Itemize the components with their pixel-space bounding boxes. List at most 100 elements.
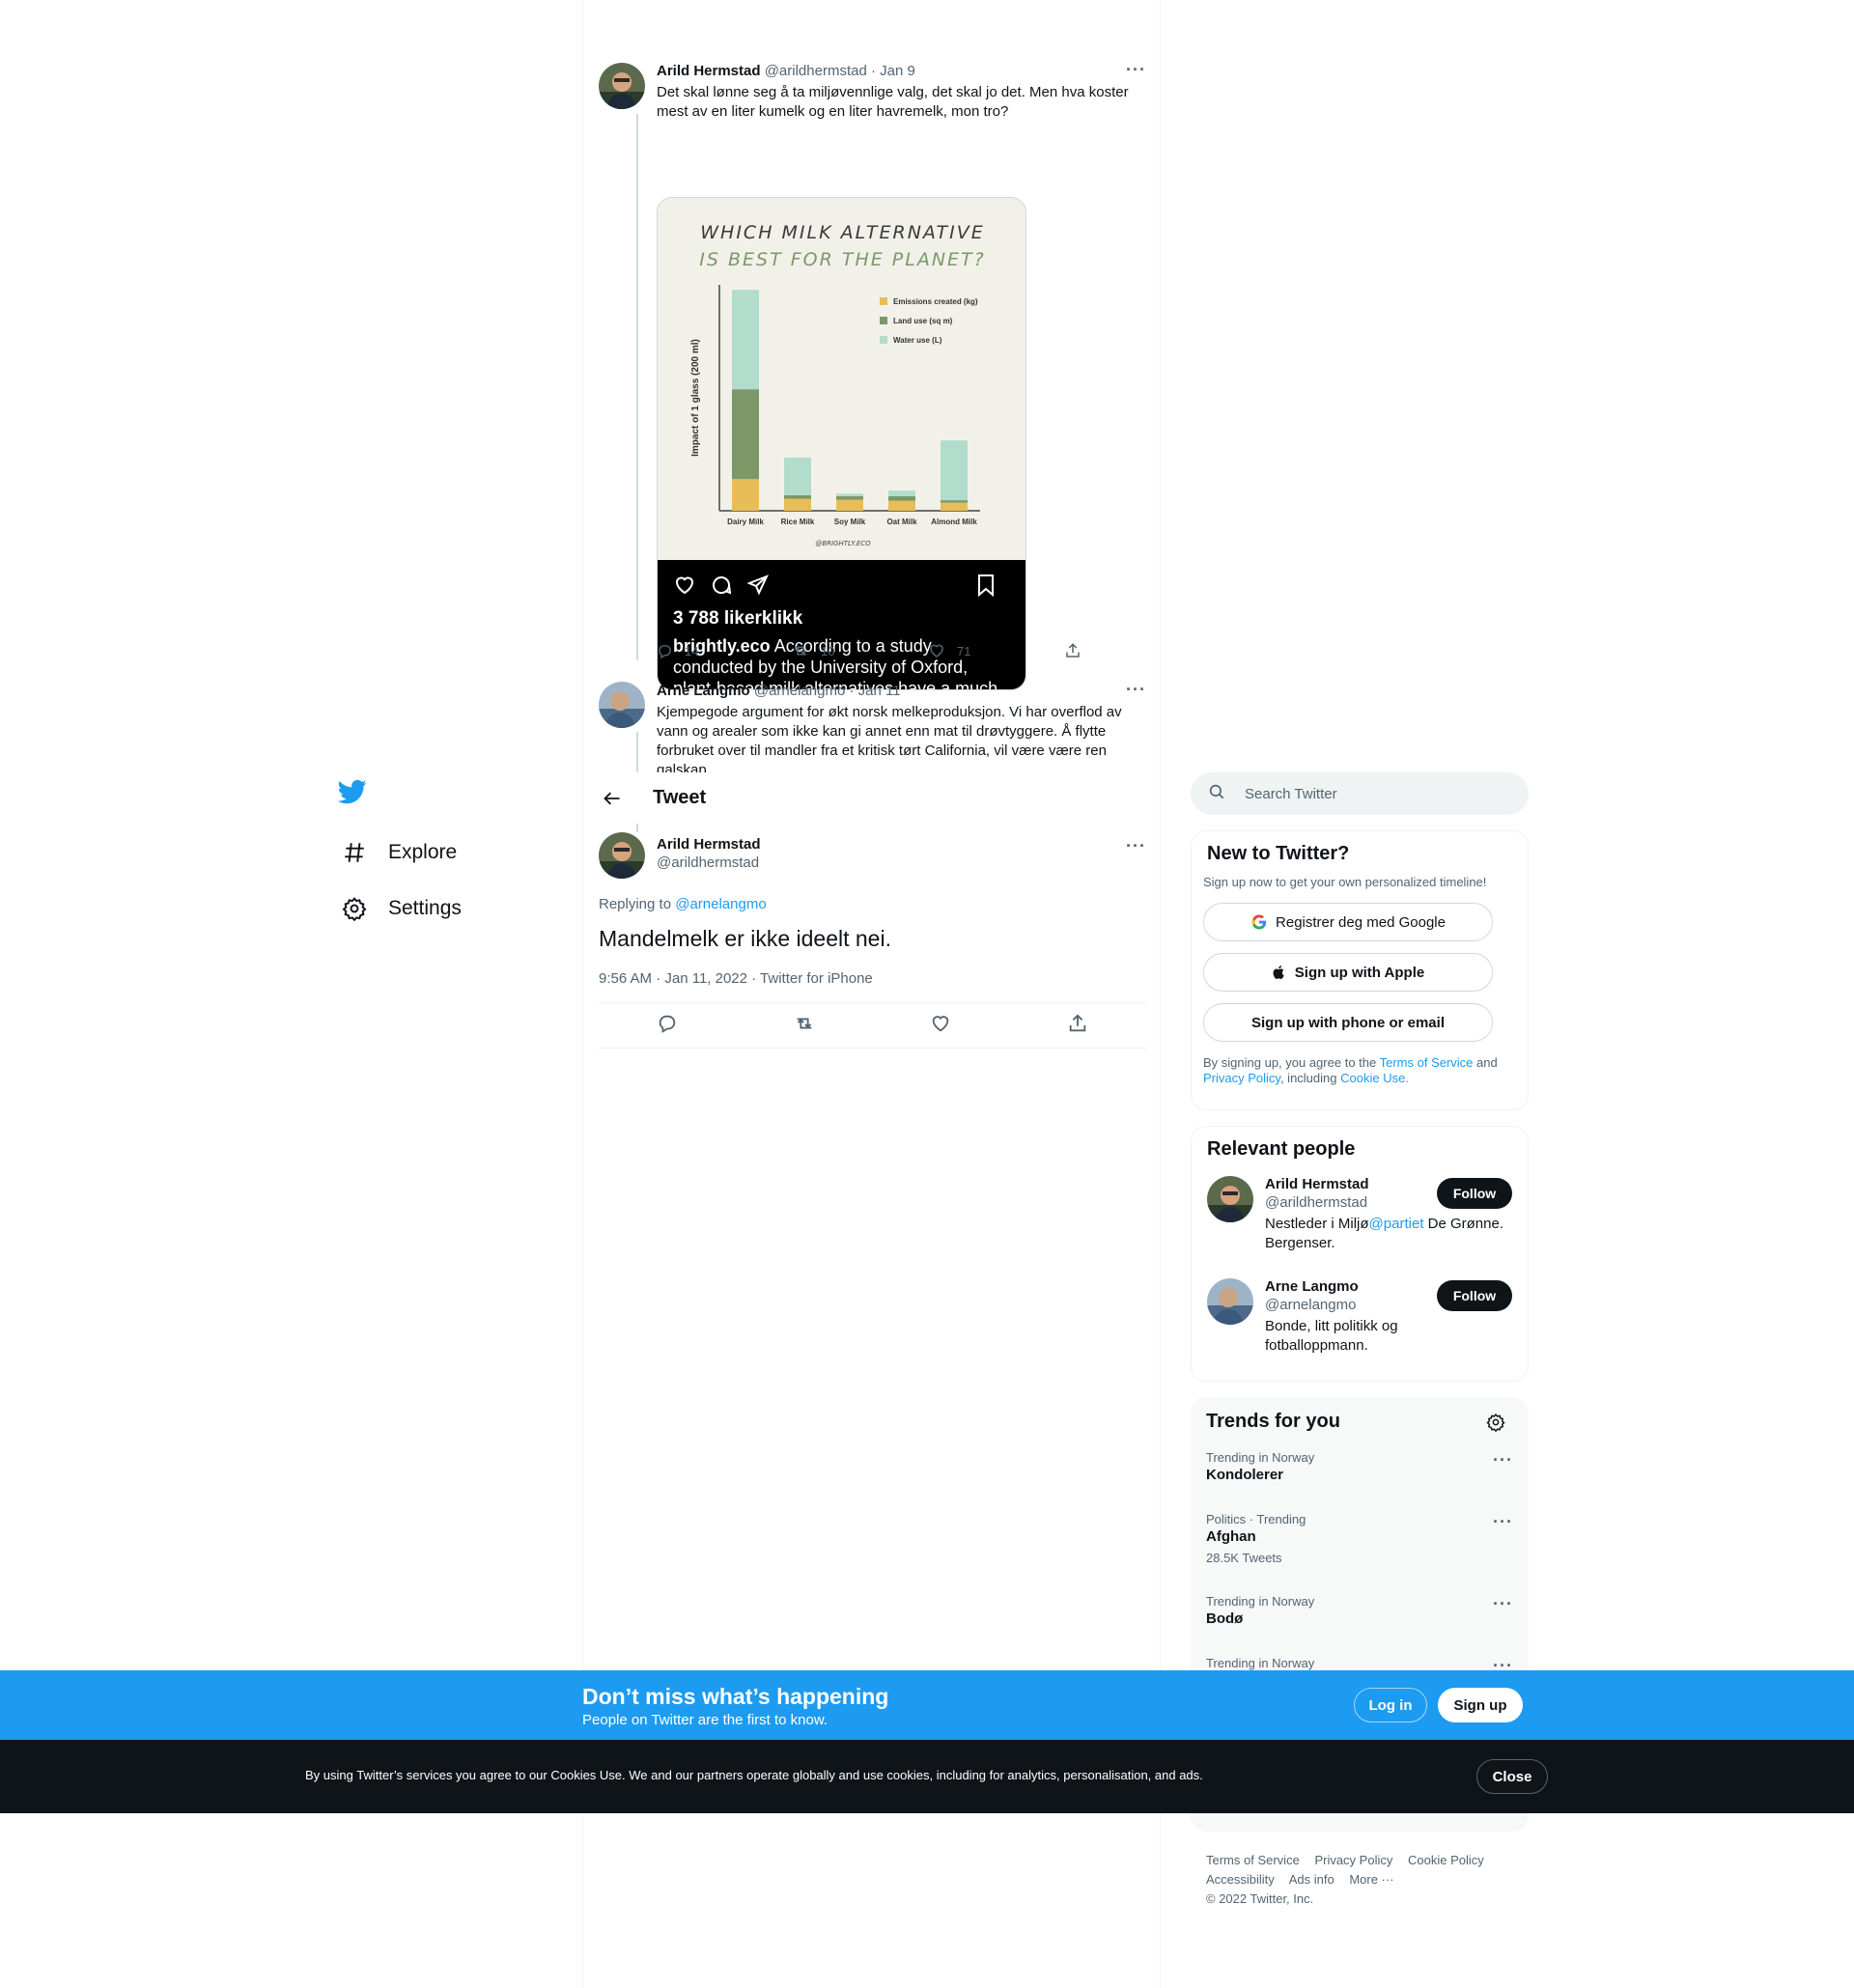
close-cookie-button[interactable]: Close bbox=[1476, 1759, 1548, 1794]
banner-subtitle: People on Twitter are the first to know. bbox=[582, 1712, 829, 1728]
more-options-icon[interactable]: ··· bbox=[1493, 1451, 1513, 1469]
retweet-icon[interactable] bbox=[794, 1013, 815, 1039]
follow-button[interactable]: Follow bbox=[1437, 1178, 1512, 1209]
trend-item[interactable]: Trending in Norway Bodø ··· bbox=[1191, 1586, 1529, 1635]
tweet-text: Mandelmelk er ikke ideelt nei. bbox=[599, 926, 891, 951]
avatar[interactable] bbox=[599, 63, 645, 109]
x-tick-label: Oat Milk bbox=[886, 518, 917, 526]
bar-segment bbox=[836, 493, 863, 496]
person-row[interactable]: Arild Hermstad @arildhermstad Nestleder … bbox=[1207, 1176, 1512, 1265]
author-name[interactable]: Arild Hermstad bbox=[657, 836, 761, 853]
trend-name: Afghan bbox=[1206, 1528, 1256, 1545]
nav-explore[interactable]: Explore bbox=[334, 825, 556, 881]
like-count: 71 bbox=[957, 643, 971, 658]
chart-title-line-1: WHICH MILK ALTERNATIVE bbox=[700, 222, 985, 243]
bar-segment bbox=[784, 498, 811, 511]
trend-context: Trending in Norway bbox=[1206, 1656, 1315, 1670]
more-options-icon[interactable]: ··· bbox=[1126, 61, 1146, 78]
retweet-button[interactable]: 10 bbox=[792, 642, 834, 659]
replying-to: Replying to @arnelangmo bbox=[599, 896, 767, 912]
author-name[interactable]: Arild Hermstad bbox=[657, 63, 761, 79]
bar-segment bbox=[732, 389, 759, 480]
twitter-logo-icon[interactable] bbox=[338, 772, 377, 811]
trend-item[interactable]: Politics · Trending Afghan 28.5K Tweets … bbox=[1191, 1504, 1529, 1573]
tweet-body: Arild Hermstad @arildhermstad · Jan 9 ··… bbox=[657, 61, 1146, 122]
legend-swatch bbox=[880, 297, 887, 305]
cookie-text: By using Twitter’s services you agree to… bbox=[305, 1768, 1203, 1782]
x-tick-label: Soy Milk bbox=[834, 518, 866, 526]
more-options-icon[interactable]: ··· bbox=[1493, 1595, 1513, 1612]
google-signup-button[interactable]: Registrer deg med Google bbox=[1203, 903, 1493, 941]
terms-link[interactable]: Terms of Service bbox=[1380, 1055, 1474, 1070]
signup-button[interactable]: Sign up bbox=[1438, 1688, 1523, 1722]
like-button[interactable]: 71 bbox=[928, 642, 970, 659]
back-arrow-icon[interactable] bbox=[599, 785, 626, 812]
signup-card: New to Twitter? Sign up now to get your … bbox=[1191, 830, 1529, 1110]
more-options-icon[interactable]: ··· bbox=[1126, 837, 1146, 854]
legal-text: By signing up, you agree to the bbox=[1203, 1055, 1380, 1070]
thread-tweet-1[interactable]: Arild Hermstad @arildhermstad · Jan 9 ··… bbox=[599, 61, 1146, 690]
search-input[interactable] bbox=[1245, 785, 1496, 802]
avatar[interactable] bbox=[599, 682, 645, 728]
author-handle[interactable]: @arnelangmo bbox=[754, 683, 845, 699]
tweet-text: Det skal lønne seg å ta miljøvennlige va… bbox=[657, 84, 1129, 120]
person-name[interactable]: Arild Hermstad bbox=[1265, 1176, 1439, 1192]
google-signup-label: Registrer deg med Google bbox=[1276, 913, 1446, 931]
cookie-use-link[interactable]: Cookie Use. bbox=[1340, 1071, 1409, 1085]
footer-link[interactable]: Cookie Policy bbox=[1408, 1853, 1484, 1867]
footer-link[interactable]: Terms of Service bbox=[1206, 1853, 1300, 1867]
share-button[interactable] bbox=[1064, 642, 1082, 659]
author-name[interactable]: Arne Langmo bbox=[657, 683, 750, 699]
tweet-timestamp[interactable]: 9:56 AM · Jan 11, 2022 · Twitter for iPh… bbox=[599, 970, 873, 987]
person-info: Arild Hermstad @arildhermstad Nestleder … bbox=[1265, 1176, 1503, 1253]
footer-link[interactable]: Accessibility bbox=[1206, 1872, 1275, 1887]
footer-link[interactable]: Privacy Policy bbox=[1314, 1853, 1392, 1867]
legend-label: Emissions created (kg) bbox=[893, 297, 978, 306]
person-name[interactable]: Arne Langmo bbox=[1265, 1278, 1439, 1295]
more-options-icon[interactable]: ··· bbox=[1126, 682, 1146, 698]
tweet-date[interactable]: · Jan 9 bbox=[871, 63, 915, 79]
more-options-icon[interactable]: ··· bbox=[1493, 1513, 1513, 1530]
reply-icon[interactable] bbox=[657, 1013, 678, 1039]
login-button[interactable]: Log in bbox=[1354, 1688, 1427, 1722]
relevant-people-card: Relevant people Arild Hermstad @arildher… bbox=[1191, 1126, 1529, 1382]
avatar[interactable] bbox=[1207, 1278, 1253, 1325]
trend-item[interactable]: Trending in Norway Kondolerer ··· bbox=[1191, 1442, 1529, 1491]
bar-segment bbox=[836, 495, 863, 500]
privacy-link[interactable]: Privacy Policy bbox=[1203, 1071, 1280, 1085]
gear-icon[interactable] bbox=[1486, 1413, 1505, 1437]
bar-segment bbox=[941, 440, 968, 501]
nav-settings[interactable]: Settings bbox=[334, 881, 556, 937]
reply-button[interactable]: 14 bbox=[657, 643, 698, 659]
share-icon[interactable] bbox=[1067, 1013, 1088, 1039]
hashtag-icon bbox=[340, 838, 369, 867]
x-tick-label: Rice Milk bbox=[781, 518, 815, 526]
tweet-media[interactable]: WHICH MILK ALTERNATIVE IS BEST FOR THE PL… bbox=[657, 197, 1026, 690]
comment-icon bbox=[713, 576, 732, 595]
avatar[interactable] bbox=[599, 832, 645, 879]
trend-context: Politics · Trending bbox=[1206, 1512, 1306, 1526]
gear-icon bbox=[340, 894, 369, 923]
thread-tweet-2[interactable]: Arne Langmo @arnelangmo · Jan 11 ··· Kje… bbox=[599, 682, 1146, 772]
author-handle[interactable]: @arildhermstad bbox=[657, 854, 761, 871]
apple-signup-button[interactable]: Sign up with Apple bbox=[1203, 953, 1493, 992]
person-handle[interactable]: @arnelangmo bbox=[1265, 1297, 1439, 1313]
footer-more-link[interactable]: More ··· bbox=[1349, 1872, 1393, 1887]
heart-icon[interactable] bbox=[930, 1013, 951, 1039]
bar-segment bbox=[732, 290, 759, 390]
google-icon bbox=[1251, 914, 1267, 930]
reply-icon bbox=[659, 644, 671, 658]
bio-mention-link[interactable]: @partiet bbox=[1369, 1216, 1424, 1232]
avatar[interactable] bbox=[1207, 1176, 1253, 1222]
signup-subtitle: Sign up now to get your own personalized… bbox=[1203, 875, 1487, 889]
heart-icon bbox=[675, 576, 694, 595]
person-handle[interactable]: @arildhermstad bbox=[1265, 1194, 1439, 1211]
person-row[interactable]: Arne Langmo @arnelangmo Bonde, litt poli… bbox=[1207, 1278, 1512, 1367]
replying-to-handle[interactable]: @arnelangmo bbox=[675, 896, 766, 912]
author-handle[interactable]: @arildhermstad bbox=[765, 63, 867, 79]
follow-button[interactable]: Follow bbox=[1437, 1280, 1512, 1311]
search-box[interactable] bbox=[1191, 772, 1529, 815]
phone-email-signup-button[interactable]: Sign up with phone or email bbox=[1203, 1003, 1493, 1042]
footer-link[interactable]: Ads info bbox=[1289, 1872, 1334, 1887]
tweet-date[interactable]: · Jan 11 bbox=[849, 683, 900, 699]
